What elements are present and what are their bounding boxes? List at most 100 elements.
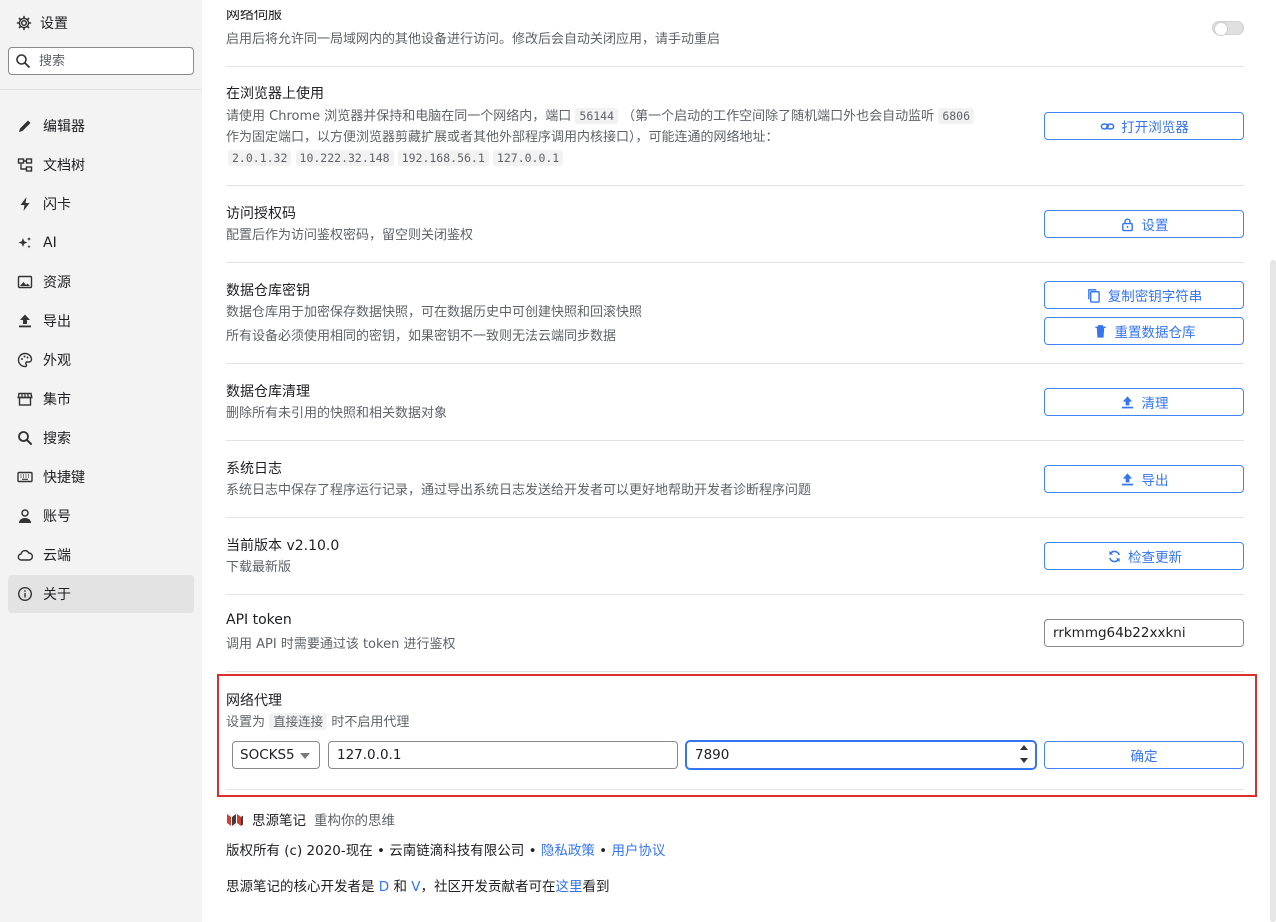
sidebar-item-filetree[interactable]: 文档树 [8,146,194,184]
sparkle-icon [17,235,33,251]
browser-desc-text: （第一个启动的工作空间除了随机端口外也会自动监听 [622,109,935,124]
refresh-icon [1106,548,1122,564]
scrollbar[interactable] [1270,260,1276,922]
settings-title: 设置 [40,16,68,32]
open-browser-label: 打开浏览器 [1121,120,1189,136]
repo-key-row: 数据仓库密钥 数据仓库用于加密保存数据快照，可在数据历史中可创建快照和回滚快照 … [226,263,1244,364]
auth-code-set-label: 设置 [1141,218,1169,234]
search-input[interactable] [39,53,179,69]
store-icon [17,391,33,407]
address-code: 10.222.32.148 [295,150,394,166]
developer-v-link[interactable]: V [411,879,420,895]
brand-slogan: 重构你的思维 [314,813,395,829]
sidebar-item-editor[interactable]: 编辑器 [8,107,194,145]
sidebar-item-label: 快捷键 [43,470,85,486]
api-token-row: API token 调用 API 时需要通过该 token 进行鉴权 [226,595,1244,672]
sidebar-item-label: 账号 [43,509,71,525]
sidebar-item-label: 云端 [43,548,71,564]
sidebar-item-bazaar[interactable]: 集市 [8,380,194,418]
repo-key-desc: 数据仓库用于加密保存数据快照，可在数据历史中可创建快照和回滚快照 [226,305,643,320]
developers-text: 和 [393,879,408,895]
browser-row: 在浏览器上使用 请使用 Chrome 浏览器并保持和电脑在同一个网络内，端口 5… [226,67,1244,186]
port-code: 56144 [575,108,619,124]
image-icon [17,274,33,290]
repo-purge-desc: 删除所有未引用的快照和相关数据对象 [226,406,448,421]
sidebar-item-assets[interactable]: 资源 [8,263,194,301]
auth-code-set-button[interactable]: 设置 [1044,210,1244,238]
sidebar-item-export[interactable]: 导出 [8,302,194,340]
api-token-input[interactable] [1044,619,1244,647]
open-browser-button[interactable]: 打开浏览器 [1044,112,1244,140]
developer-d-link[interactable]: D [379,879,389,895]
sidebar-item-label: 外观 [43,353,71,369]
sidebar-item-label: 资源 [43,275,71,291]
sidebar-item-label: 集市 [43,392,71,408]
sidebar-item-ai[interactable]: AI [8,224,194,262]
network-serve-desc: 启用后将允许同一局域网内的其他设备进行访问。修改后会自动关闭应用，请手动重启 [226,32,721,47]
version-title: 当前版本 v2.10.0 [226,538,340,554]
sidebar-item-label: 导出 [43,314,71,330]
gear-icon [16,15,32,31]
address-code: 2.0.1.32 [228,150,292,166]
sidebar-item-cloud[interactable]: 云端 [8,536,194,574]
user-icon [17,508,33,524]
download-latest-link[interactable]: 下载最新版 [226,557,291,578]
brand-name: 思源笔记 [252,813,306,829]
agreement-link[interactable]: 用户协议 [611,843,665,859]
network-serve-title: 网络伺服 [226,7,282,23]
sidebar-divider [0,89,202,90]
upload-icon [1120,394,1136,410]
privacy-link[interactable]: 隐私政策 [541,843,595,859]
sidebar-item-search[interactable]: 搜索 [8,419,194,457]
address-list: 2.0.1.32 10.222.32.148 192.168.56.1 127.… [228,148,564,169]
auth-code-title: 访问授权码 [226,206,296,222]
settings-header: 设置 [16,12,68,34]
repo-key-warning: 所有设备必须使用相同的密钥，如果密钥不一致则无法云端同步数据 [226,329,617,344]
system-log-row: 系统日志 系统日志中保存了程序运行记录，通过导出系统日志发送给开发者可以更好地帮… [226,441,1244,518]
proxy-highlight-box [217,674,1257,797]
address-code: 127.0.0.1 [492,150,564,166]
upload-icon [17,313,33,329]
sidebar-item-label: 搜索 [43,431,71,447]
copy-key-button[interactable]: 复制密钥字符串 [1044,281,1244,309]
sidebar-item-appearance[interactable]: 外观 [8,341,194,379]
copy-icon [1086,287,1102,303]
fixed-port-code: 6806 [938,108,975,124]
network-serve-toggle[interactable] [1212,21,1244,36]
sidebar-item-account[interactable]: 账号 [8,497,194,535]
contributors-link[interactable]: 这里 [556,879,583,895]
sidebar-item-keymap[interactable]: 快捷键 [8,458,194,496]
sidebar: 设置 编辑器 文档树 闪卡 AI 资源 导出 [0,0,202,922]
sidebar-item-label: 编辑器 [43,119,85,135]
developers-text: 思源笔记的核心开发者是 [226,879,375,895]
reset-repo-button[interactable]: 重置数据仓库 [1044,317,1244,345]
browser-desc-line1: 请使用 Chrome 浏览器并保持和电脑在同一个网络内，端口 56144 （第一… [226,106,975,127]
browser-title: 在浏览器上使用 [226,86,324,102]
tree-icon [17,157,33,173]
purge-button[interactable]: 清理 [1044,388,1244,416]
repo-purge-row: 数据仓库清理 删除所有未引用的快照和相关数据对象 清理 [226,364,1244,441]
export-log-label: 导出 [1141,473,1169,489]
sidebar-item-about[interactable]: 关于 [8,575,194,613]
repo-purge-title: 数据仓库清理 [226,384,310,400]
purge-label: 清理 [1141,396,1169,412]
sidebar-item-label: 关于 [43,587,71,603]
system-log-desc: 系统日志中保存了程序运行记录，通过导出系统日志发送给开发者可以更好地帮助开发者诊… [226,483,812,498]
check-update-button[interactable]: 检查更新 [1044,542,1244,570]
repo-key-title: 数据仓库密钥 [226,283,310,299]
keyboard-icon [17,469,33,485]
sidebar-item-label: 文档树 [43,158,85,174]
bolt-icon [17,196,33,212]
export-log-button[interactable]: 导出 [1044,465,1244,493]
settings-search[interactable] [8,47,194,75]
siyuan-logo-icon [226,811,244,827]
check-update-label: 检查更新 [1128,550,1182,566]
sidebar-item-label: 闪卡 [43,197,71,213]
sidebar-item-flashcard[interactable]: 闪卡 [8,185,194,223]
info-icon [17,586,33,602]
sidebar-nav: 编辑器 文档树 闪卡 AI 资源 导出 外观 集市 搜索 快捷键 账号 云端 关… [8,107,194,614]
copy-key-label: 复制密钥字符串 [1107,289,1203,305]
api-token-title: API token [226,612,292,628]
trash-icon [1093,323,1109,339]
browser-desc-line2: 作为固定端口，以方便浏览器剪藏扩展或者其他外部程序调用内核接口），可能连通的网络… [226,130,779,145]
